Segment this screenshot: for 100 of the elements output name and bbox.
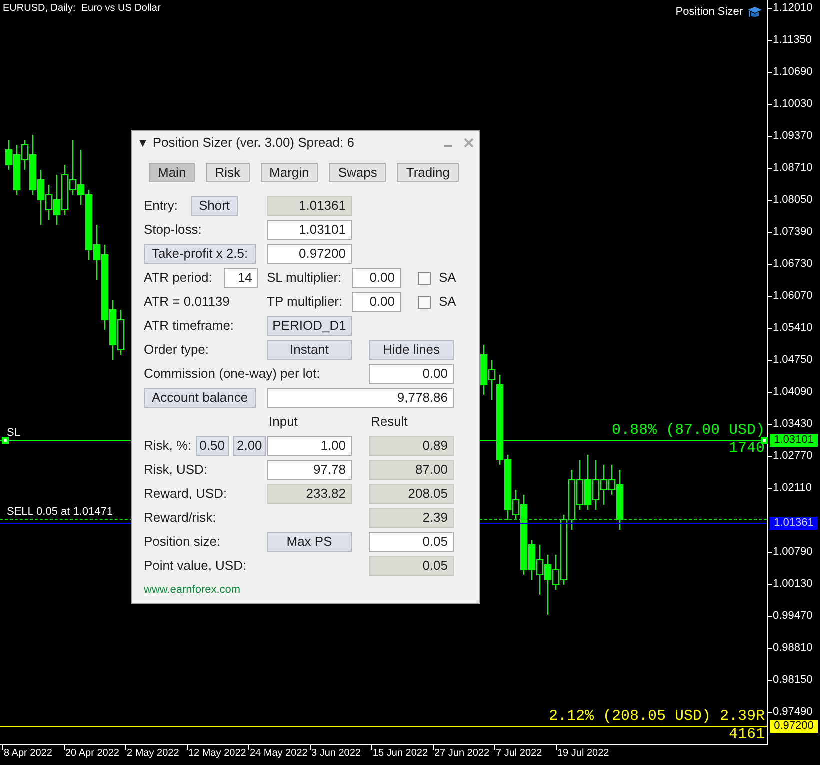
price-label: 0.97490: [773, 705, 813, 720]
tab-button[interactable]: Margin: [260, 163, 318, 182]
date-label: 19 Jul 2022: [558, 747, 610, 761]
tab-button[interactable]: Risk: [206, 163, 250, 182]
indicator-label: Position Sizer: [676, 5, 743, 19]
price-label: 1.04750: [773, 353, 813, 368]
price-label: 1.03430: [773, 417, 813, 432]
action-button[interactable]: 2.00: [232, 436, 266, 456]
panel-title: Position Sizer (ver. 3.00) Spread: 6: [152, 134, 356, 152]
date-label: 7 Jul 2022: [496, 747, 542, 761]
input-field[interactable]: 97.78: [267, 460, 352, 480]
input-field[interactable]: 0.00: [369, 364, 454, 384]
date-label: 8 Apr 2022: [4, 747, 52, 761]
action-button[interactable]: Max PS: [267, 532, 352, 552]
line-handle[interactable]: [761, 437, 768, 444]
input-field[interactable]: 1.00: [267, 436, 352, 456]
action-button[interactable]: Account balance: [144, 388, 256, 408]
input-field[interactable]: 87.00: [369, 460, 454, 480]
input-field[interactable]: 0.05: [369, 556, 454, 576]
input-field[interactable]: 208.05: [369, 484, 454, 504]
input-field[interactable]: 2.39: [369, 508, 454, 528]
mortarboard-icon: [747, 5, 763, 19]
price-label: 1.10690: [773, 65, 813, 80]
checkbox[interactable]: [418, 272, 431, 284]
points-label: 4161: [728, 727, 765, 743]
action-button[interactable]: Short: [190, 196, 238, 216]
points-label: 1740: [728, 441, 765, 457]
column-heading: Input: [268, 413, 299, 432]
action-button[interactable]: Take-profit x 2.5:: [144, 244, 256, 264]
input-field[interactable]: 0.05: [369, 532, 454, 552]
field-label: SL multiplier:: [267, 269, 343, 288]
line-label: SELL 0.05 at 1.01471: [7, 506, 114, 519]
input-field[interactable]: 1.01361: [267, 196, 352, 216]
date-label: 3 Jun 2022: [312, 747, 361, 761]
price-label: 1.05410: [773, 321, 813, 336]
field-label: Position size:: [144, 533, 221, 552]
field-label: Stop-loss:: [144, 221, 202, 240]
action-button[interactable]: Instant: [267, 340, 352, 360]
price-label: 1.00790: [773, 545, 813, 560]
line-handle[interactable]: [2, 437, 9, 444]
price-label: 1.00130: [773, 577, 813, 592]
price-label: 0.99470: [773, 609, 813, 624]
price-label: 1.08710: [773, 161, 813, 176]
price-label: 1.07390: [773, 225, 813, 240]
take-profit-line[interactable]: [0, 726, 767, 727]
date-label: 24 May 2022: [250, 747, 308, 761]
input-field[interactable]: 233.82: [267, 484, 352, 504]
input-field[interactable]: 14: [224, 268, 258, 288]
tab-button[interactable]: Main: [149, 163, 196, 182]
price-badge: 0.97200: [770, 720, 818, 733]
checkbox-label: SA: [439, 293, 456, 312]
date-label: 27 Jun 2022: [434, 747, 490, 761]
price-label: 1.08050: [773, 193, 813, 208]
input-field[interactable]: 0.00: [352, 268, 401, 288]
price-badge: 1.01361: [770, 517, 818, 530]
field-label: ATR timeframe:: [144, 317, 234, 336]
field-label: Commission (one-way) per lot:: [144, 365, 320, 384]
checkbox[interactable]: [418, 296, 431, 308]
checkbox-label: SA: [439, 269, 456, 288]
line-info: 0.88% (87.00 USD): [612, 423, 765, 439]
field-label: ATR period:: [144, 269, 212, 288]
chart-title: EURUSD, Daily: Euro vs US Dollar: [3, 2, 161, 16]
input-field[interactable]: 9,778.86: [267, 388, 454, 408]
close-icon: [464, 138, 474, 148]
tab-button[interactable]: Trading: [397, 163, 459, 182]
line-label: SL: [7, 427, 20, 440]
field-label: Risk, USD:: [144, 461, 208, 480]
input-field[interactable]: 1.03101: [267, 220, 352, 240]
price-label: 1.09370: [773, 129, 813, 144]
date-label: 20 Apr 2022: [66, 747, 120, 761]
field-label: Reward/risk:: [144, 509, 216, 528]
price-label: 1.04090: [773, 385, 813, 400]
field-label: TP multiplier:: [267, 293, 344, 312]
field-label: Reward, USD:: [144, 485, 228, 504]
field-label: Order type:: [144, 341, 210, 360]
price-badge: 1.03101: [770, 434, 818, 447]
line-info: 2.12% (208.05 USD) 2.39R: [548, 709, 765, 725]
action-button[interactable]: Hide lines: [369, 340, 454, 360]
date-label: 12 May 2022: [188, 747, 246, 761]
price-label: 1.06730: [773, 257, 813, 272]
input-field[interactable]: 0.89: [369, 436, 454, 456]
price-label: 1.12010: [773, 1, 813, 16]
input-field[interactable]: 0.97200: [267, 244, 352, 264]
price-label: 1.06070: [773, 289, 813, 304]
tab-button[interactable]: Swaps: [329, 163, 386, 182]
action-button[interactable]: 0.50: [196, 436, 229, 456]
date-label: 15 Jun 2022: [373, 747, 428, 761]
website-link[interactable]: www.earnforex.com: [144, 582, 241, 598]
price-label: 0.98810: [773, 641, 813, 656]
price-label: 1.10030: [773, 97, 813, 112]
price-label: 1.02110: [773, 481, 812, 496]
price-label: 0.98150: [773, 673, 813, 688]
column-heading: Result: [370, 413, 409, 432]
price-label: 1.02770: [773, 449, 813, 464]
input-field[interactable]: 0.00: [352, 292, 401, 312]
collapse-toggle[interactable]: ▼: [137, 134, 149, 152]
field-label: Entry:: [144, 197, 178, 216]
field-label: Point value, USD:: [144, 557, 247, 576]
action-button[interactable]: PERIOD_D1: [267, 316, 352, 336]
field-label: Risk, %:: [144, 437, 192, 456]
